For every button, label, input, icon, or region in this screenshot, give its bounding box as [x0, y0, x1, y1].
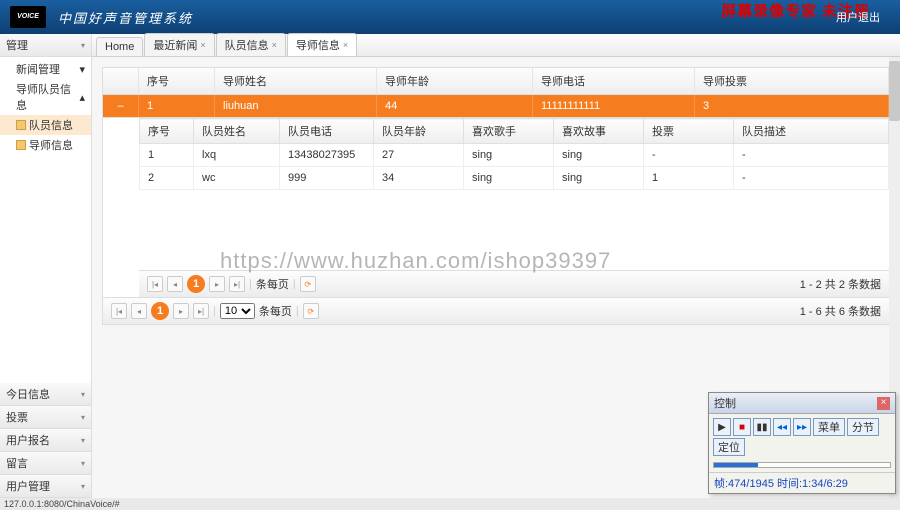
tab-bar: Home 最近新闻× 队员信息× 导师信息× — [92, 34, 900, 57]
progress-track[interactable] — [713, 462, 891, 468]
refresh-icon[interactable]: ⟳ — [303, 303, 319, 319]
col-phone[interactable]: 导师电话 — [533, 68, 695, 94]
ctrl-status-text: 帧:474/1945 时间:1:34/6:29 — [709, 472, 895, 493]
menu-button[interactable]: 菜单 — [813, 418, 845, 436]
subgrid-pager: |◂ ◂ 1 ▸ ▸| | 条每页 | ⟳ 1 - 2 共 2 条数据 — [139, 270, 889, 297]
subgrid-row[interactable]: 1 lxq 13438027395 27 sing sing - - — [140, 144, 889, 167]
grid-header-row: 序号 导师姓名 导师年龄 导师电话 导师投票 — [103, 68, 889, 95]
sidebar-section-users[interactable]: 用户管理▾ — [0, 475, 91, 498]
prev-frame-icon[interactable]: ◂◂ — [773, 418, 791, 436]
grid-row-selected[interactable]: – 1 liuhuan 44 11111111111 3 — [103, 95, 889, 118]
play-icon[interactable]: ▶ — [713, 418, 731, 436]
pager-info: 1 - 6 共 6 条数据 — [800, 303, 881, 319]
tab-news[interactable]: 最近新闻× — [144, 33, 214, 56]
chevron-down-icon: ▾ — [81, 436, 85, 445]
tab-home[interactable]: Home — [96, 37, 143, 56]
sidebar-section-label: 管理 — [6, 37, 28, 53]
ctrl-title-label: 控制 — [714, 395, 736, 411]
app-header: VOICE 中国好声音管理系统 屏幕录像专家 未注册 用户退出 — [0, 0, 900, 34]
pager-perpage-label: 条每页 — [256, 276, 289, 292]
sidebar-section-signup[interactable]: 用户报名▾ — [0, 429, 91, 452]
sub-col-desc[interactable]: 队员描述 — [734, 119, 889, 144]
sidebar-section-vote[interactable]: 投票▾ — [0, 406, 91, 429]
pager-next-icon[interactable]: ▸ — [209, 276, 225, 292]
folder-icon — [16, 120, 26, 130]
pager-pagesize-select[interactable]: 10 — [220, 303, 255, 319]
pager-first-icon[interactable]: |◂ — [147, 276, 163, 292]
progress-bar — [714, 463, 758, 467]
section-button[interactable]: 分节 — [847, 418, 879, 436]
folder-icon — [16, 140, 26, 150]
tab-coach[interactable]: 导师信息× — [287, 33, 357, 56]
close-icon[interactable]: × — [272, 40, 277, 50]
sidebar: 管理 ▾ 新闻管理▾ 导师队员信息▴ 队员信息 导师信息 今日信息▾ 投票▾ 用… — [0, 34, 92, 498]
subgrid-header: 序号 队员姓名 队员电话 队员年龄 喜欢歌手 喜欢故事 投票 队员描述 — [140, 119, 889, 144]
close-icon[interactable]: × — [877, 397, 890, 410]
pause-icon[interactable]: ▮▮ — [753, 418, 771, 436]
sub-col-story[interactable]: 喜欢故事 — [554, 119, 644, 144]
pager-current[interactable]: 1 — [187, 275, 205, 293]
logo: VOICE — [10, 6, 46, 28]
chevron-down-icon: ▾ — [81, 41, 85, 50]
close-icon[interactable]: × — [200, 40, 205, 50]
cell-phone: 11111111111 — [533, 95, 695, 117]
pager-last-icon[interactable]: ▸| — [193, 303, 209, 319]
recorder-control-panel: 控制 × ▶ ■ ▮▮ ◂◂ ▸▸ 菜单 分节 定位 帧:474/1945 时间… — [708, 392, 896, 494]
sub-col-name[interactable]: 队员姓名 — [194, 119, 280, 144]
col-no[interactable]: 序号 — [139, 68, 215, 94]
col-name[interactable]: 导师姓名 — [215, 68, 377, 94]
sub-col-vote[interactable]: 投票 — [644, 119, 734, 144]
grid-pager: |◂ ◂ 1 ▸ ▸| | 10 条每页 | ⟳ 1 - 6 共 6 条数据 — [103, 297, 889, 324]
cell-name: liuhuan — [215, 95, 377, 117]
sidebar-section-today[interactable]: 今日信息▾ — [0, 383, 91, 406]
pager-current[interactable]: 1 — [151, 302, 169, 320]
pager-first-icon[interactable]: |◂ — [111, 303, 127, 319]
sidebar-tree-coach[interactable]: 导师信息 — [0, 135, 91, 155]
chevron-down-icon: ▾ — [81, 459, 85, 468]
chevron-down-icon: ▾ — [81, 413, 85, 422]
pager-last-icon[interactable]: ▸| — [229, 276, 245, 292]
stop-icon[interactable]: ■ — [733, 418, 751, 436]
col-vote[interactable]: 导师投票 — [695, 68, 889, 94]
member-subgrid: 序号 队员姓名 队员电话 队员年龄 喜欢歌手 喜欢故事 投票 队员描述 1 — [139, 118, 889, 297]
sidebar-item-coach-member[interactable]: 导师队员信息▴ — [0, 79, 91, 115]
sub-col-singer[interactable]: 喜欢歌手 — [464, 119, 554, 144]
sidebar-section-manage[interactable]: 管理 ▾ — [0, 34, 91, 57]
sidebar-item-news[interactable]: 新闻管理▾ — [0, 59, 91, 79]
ctrl-titlebar[interactable]: 控制 × — [709, 393, 895, 414]
sidebar-section-message[interactable]: 留言▾ — [0, 452, 91, 475]
sidebar-tree-member[interactable]: 队员信息 — [0, 115, 91, 135]
cell-vote: 3 — [695, 95, 889, 117]
chevron-down-icon: ▾ — [81, 390, 85, 399]
refresh-icon[interactable]: ⟳ — [300, 276, 316, 292]
pager-info: 1 - 2 共 2 条数据 — [800, 276, 881, 292]
sub-col-age[interactable]: 队员年龄 — [374, 119, 464, 144]
close-icon[interactable]: × — [343, 40, 348, 50]
next-frame-icon[interactable]: ▸▸ — [793, 418, 811, 436]
row-expander-icon[interactable]: – — [103, 95, 139, 117]
subgrid-row[interactable]: 2 wc 999 34 sing sing 1 - — [140, 167, 889, 190]
chevron-down-icon: ▾ — [79, 63, 85, 76]
locate-button[interactable]: 定位 — [713, 438, 745, 456]
chevron-up-icon: ▴ — [79, 91, 85, 104]
app-title: 中国好声音管理系统 — [58, 8, 193, 27]
col-age[interactable]: 导师年龄 — [377, 68, 533, 94]
logout-link[interactable]: 用户退出 — [836, 9, 880, 25]
cell-no: 1 — [139, 95, 215, 117]
expander-column — [103, 68, 139, 94]
cell-age: 44 — [377, 95, 533, 117]
pager-prev-icon[interactable]: ◂ — [131, 303, 147, 319]
chevron-down-icon: ▾ — [81, 482, 85, 491]
status-bar: 127.0.0.1:8080/ChinaVoice/# — [0, 498, 900, 510]
sub-col-no[interactable]: 序号 — [140, 119, 194, 144]
sub-col-phone[interactable]: 队员电话 — [280, 119, 374, 144]
coach-grid: 序号 导师姓名 导师年龄 导师电话 导师投票 – 1 liuhuan 44 11… — [102, 67, 890, 325]
pager-next-icon[interactable]: ▸ — [173, 303, 189, 319]
tab-member[interactable]: 队员信息× — [216, 33, 286, 56]
pager-prev-icon[interactable]: ◂ — [167, 276, 183, 292]
pager-perpage-label: 条每页 — [259, 303, 292, 319]
